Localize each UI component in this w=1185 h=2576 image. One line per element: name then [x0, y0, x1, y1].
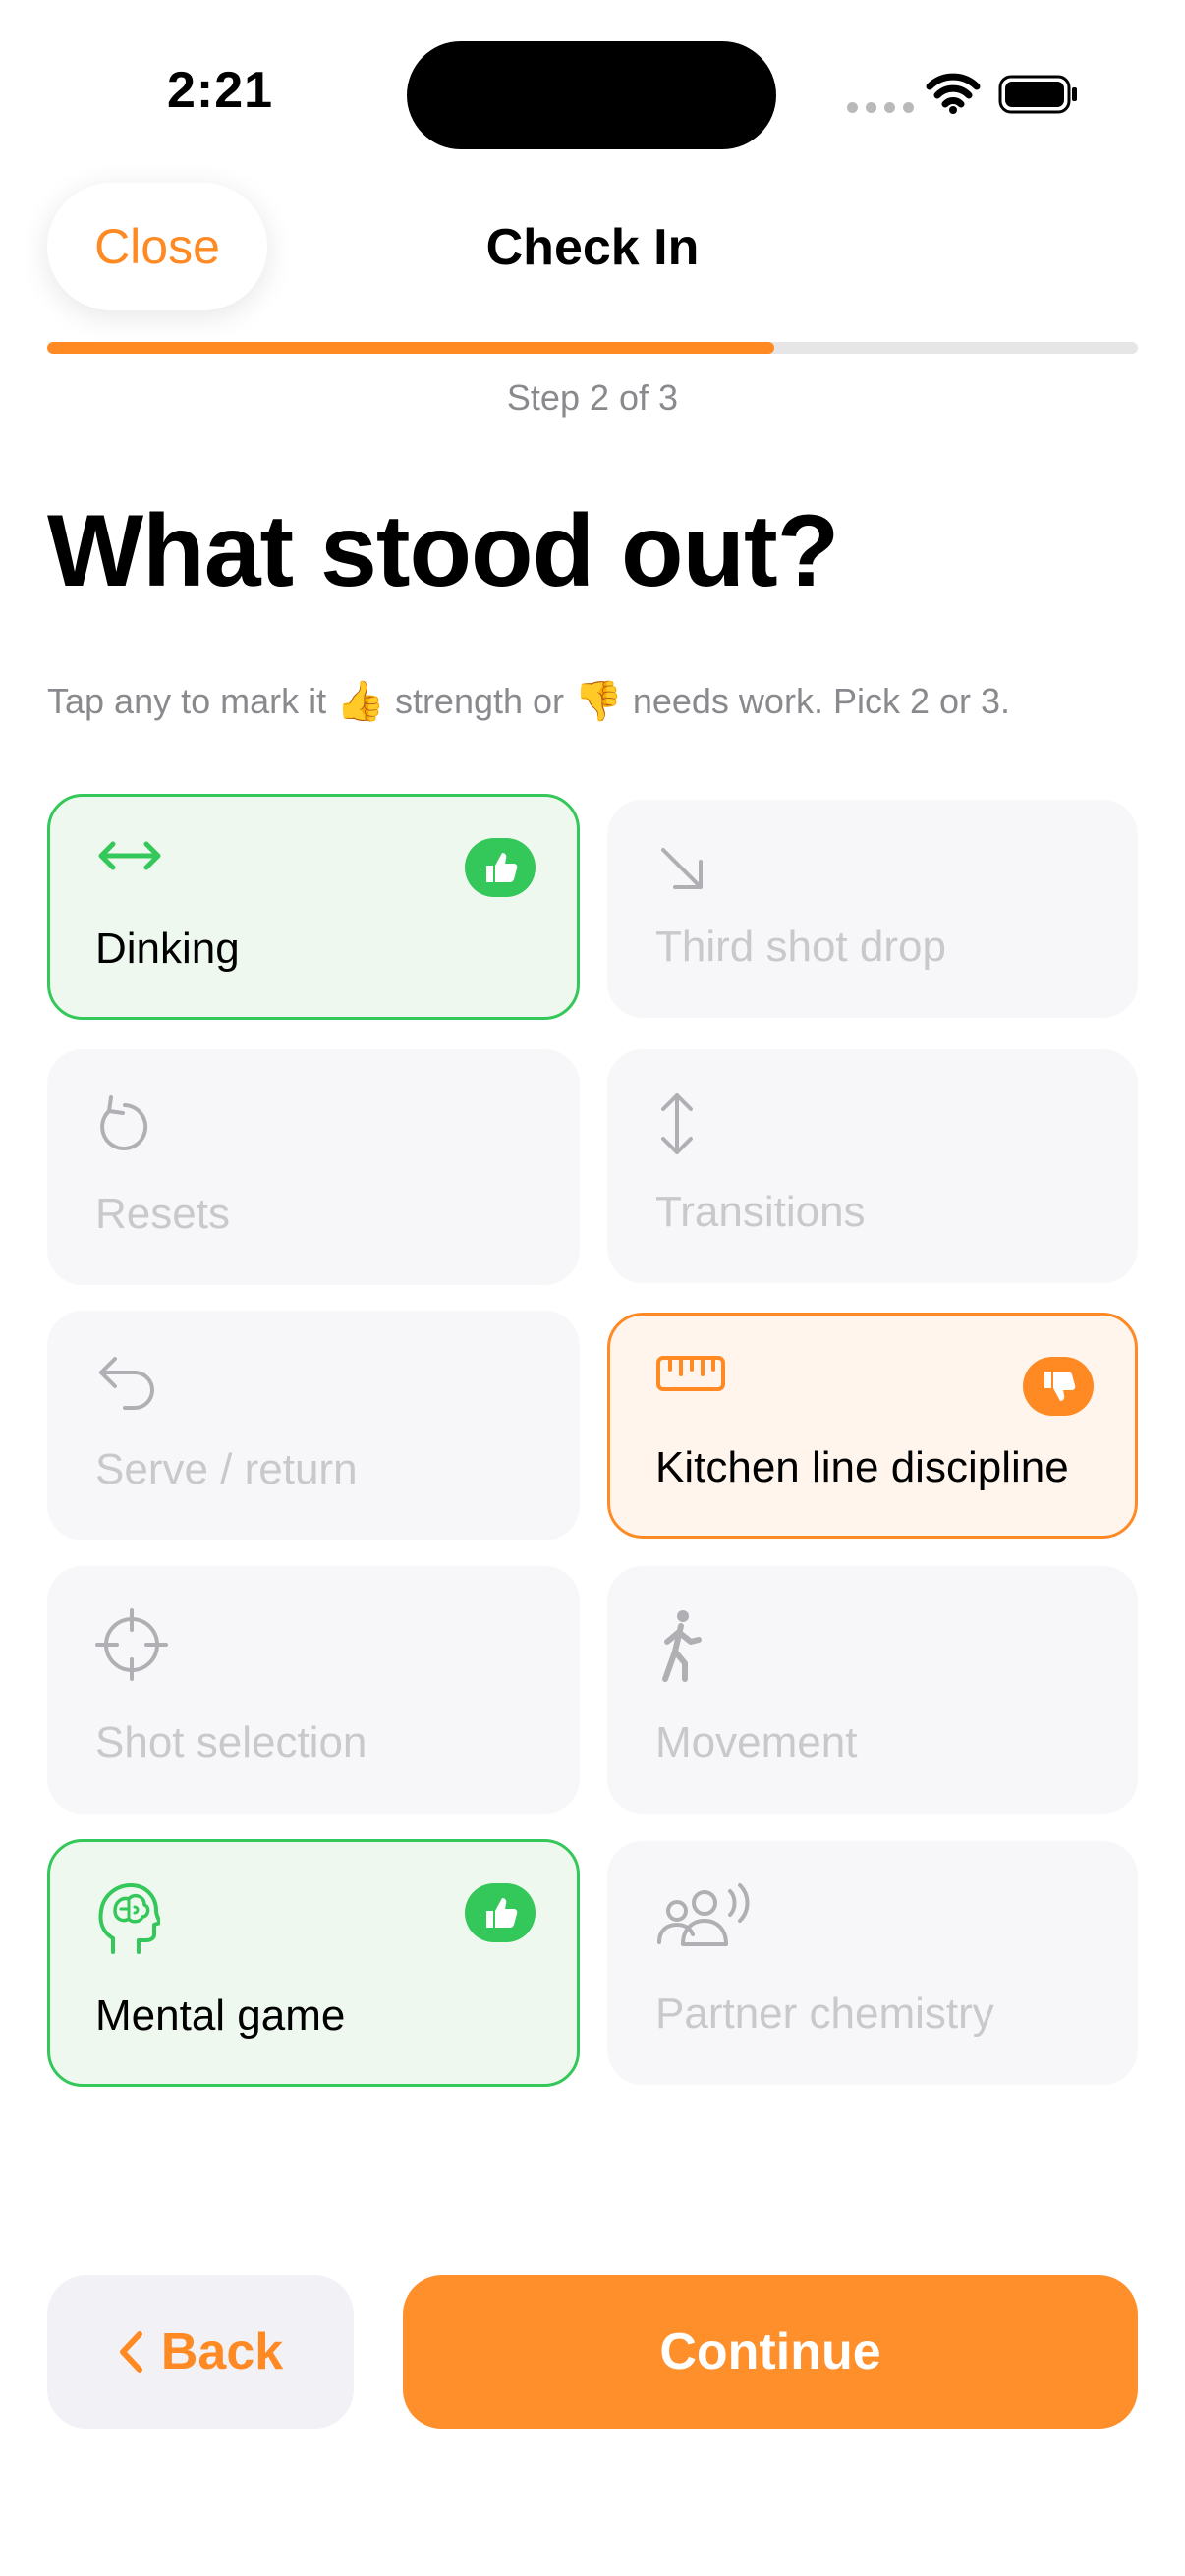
progress-fill [47, 342, 775, 354]
return-arrow-icon [99, 1357, 154, 1410]
thumbs-down-icon [1044, 1372, 1076, 1401]
skill-card-label: Transitions [655, 1188, 866, 1236]
step-label: Step 2 of 3 [506, 377, 679, 418]
people-talking-icon [657, 1883, 750, 1946]
dynamic-island [407, 41, 776, 149]
skill-card-serve-return[interactable]: Serve / return [47, 1311, 580, 1540]
thumbs-up-badge [465, 1883, 536, 1942]
thumbs-up-icon [486, 1898, 518, 1928]
skill-card-shot-selection[interactable]: Shot selection [47, 1566, 580, 1814]
skill-card-third-shot-drop[interactable]: Third shot drop [607, 800, 1138, 1018]
instructions-text-3: needs work. Pick 2 or 3. [632, 680, 1011, 721]
skill-card-label: Partner chemistry [655, 1989, 994, 2038]
head-brain-icon [98, 1883, 160, 1954]
header-title: Check In [485, 219, 700, 276]
thumbs-up-emoji: 👍 [336, 680, 385, 723]
walking-figure-icon [662, 1610, 702, 1682]
wifi-icon [926, 73, 981, 114]
cellular-signal-icon [847, 102, 914, 113]
skill-card-dinking[interactable]: Dinking [47, 794, 580, 1020]
instructions-text-1: Tap any to mark it [47, 680, 327, 721]
thumbs-up-icon [486, 853, 518, 882]
skill-card-label: Dinking [95, 924, 240, 973]
skill-card-label: Third shot drop [655, 923, 946, 971]
instructions: Tap any to mark it 👍 strength or 👎 needs… [47, 678, 1010, 724]
thumbs-down-badge [1023, 1357, 1094, 1416]
skill-card-movement[interactable]: Movement [607, 1566, 1138, 1814]
skill-card-kitchen-line-discipline[interactable]: Kitchen line discipline [607, 1313, 1138, 1539]
chevron-left-icon [119, 2331, 142, 2373]
skill-card-resets[interactable]: Resets [47, 1049, 580, 1285]
skill-card-label: Movement [655, 1718, 858, 1766]
page-title: What stood out? [47, 494, 839, 608]
back-button-label: Back [160, 2324, 284, 2380]
thumbs-up-badge [465, 838, 536, 897]
up-down-arrow-icon [661, 1093, 693, 1154]
status-time: 2:21 [167, 62, 274, 119]
back-button[interactable]: Back [47, 2275, 354, 2429]
continue-button[interactable]: Continue [403, 2275, 1138, 2429]
thumbs-down-emoji: 👎 [574, 680, 623, 723]
progress-bar [47, 342, 1138, 354]
crosshair-icon [95, 1608, 168, 1681]
skill-card-label: Shot selection [95, 1718, 367, 1766]
instructions-text-2: strength or [394, 680, 565, 721]
skill-card-label: Resets [95, 1190, 230, 1238]
arrow-down-right-icon [661, 848, 703, 889]
skill-card-partner-chemistry[interactable]: Partner chemistry [607, 1841, 1138, 2085]
battery-icon [998, 75, 1077, 114]
left-right-arrow-icon [98, 841, 161, 870]
skill-card-label: Mental game [95, 1991, 346, 2040]
skill-card-label: Serve / return [95, 1445, 358, 1493]
skill-card-mental-game[interactable]: Mental game [47, 1839, 580, 2087]
skill-card-label: Kitchen line discipline [655, 1443, 1069, 1491]
skill-card-transitions[interactable]: Transitions [607, 1049, 1138, 1283]
ruler-icon [656, 1356, 725, 1391]
counterclockwise-arrow-icon [100, 1095, 148, 1150]
